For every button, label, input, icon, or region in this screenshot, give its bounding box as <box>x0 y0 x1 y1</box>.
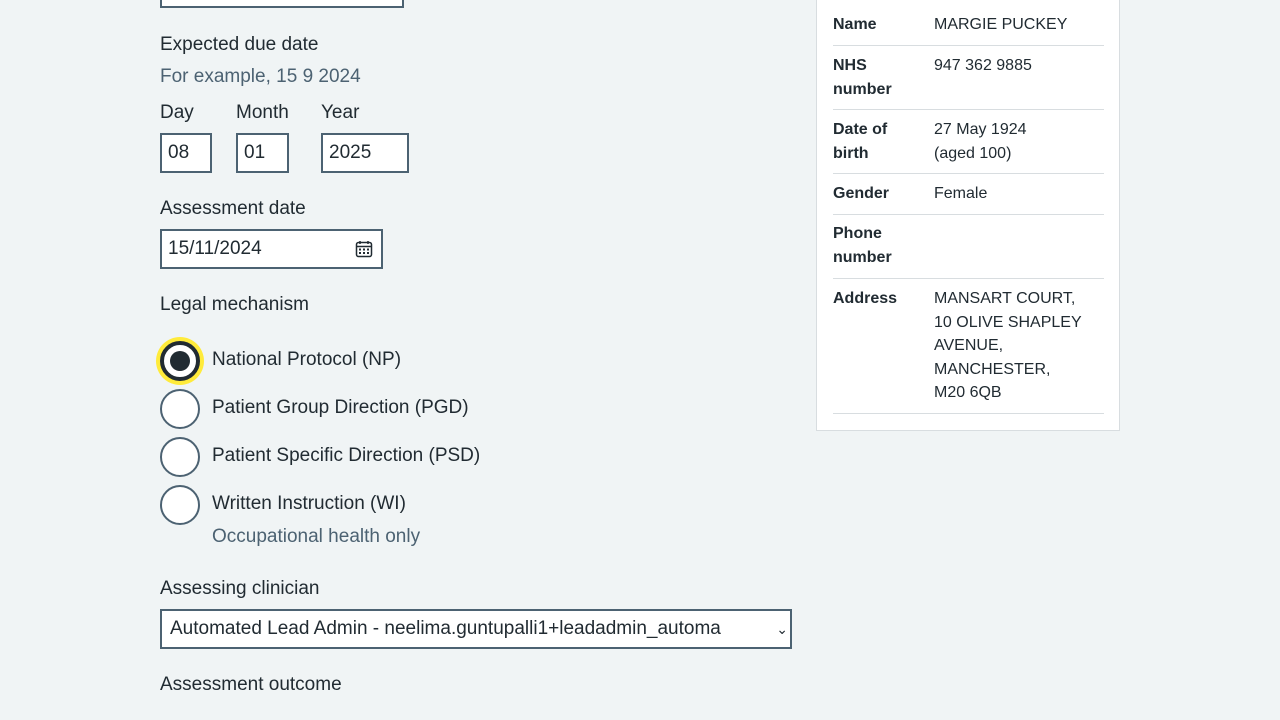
patient-row-dob: Date of birth 27 May 1924 (aged 100) <box>833 118 1104 174</box>
patient-nhs-value: 947 362 9885 <box>934 57 1032 74</box>
radio-pgd[interactable] <box>160 389 200 429</box>
day-label: Day <box>160 102 194 123</box>
assessing-clinician-label: Assessing clinician <box>160 578 320 599</box>
assessing-clinician-select[interactable]: Automated Lead Admin - neelima.guntupall… <box>160 609 792 649</box>
patient-name-value: MARGIE PUCKEY <box>934 16 1068 33</box>
patient-row-gender: Gender Female <box>833 182 1104 215</box>
radio-wi-hint: Occupational health only <box>212 526 421 547</box>
patient-dob-key: Date of birth <box>833 121 888 162</box>
assessing-clinician-selected: Automated Lead Admin - neelima.guntupall… <box>170 618 721 639</box>
patient-row-phone: Phone number <box>833 222 1104 279</box>
radio-psd[interactable] <box>160 437 200 477</box>
radio-np[interactable] <box>160 341 200 381</box>
radio-wi-label[interactable]: Written Instruction (WI) <box>212 493 406 515</box>
patient-row-nhs: NHS number 947 362 9885 <box>833 54 1104 110</box>
patient-details-card: Name MARGIE PUCKEY NHS number 947 362 98… <box>816 0 1120 431</box>
patient-dob-value: 27 May 1924 (aged 100) <box>934 121 1027 162</box>
radio-np-label[interactable]: National Protocol (NP) <box>212 349 401 371</box>
patient-row-address: Address MANSART COURT, 10 OLIVE SHAPLEY … <box>833 287 1104 414</box>
legal-mechanism-label: Legal mechanism <box>160 294 309 315</box>
calendar-icon[interactable] <box>355 240 373 258</box>
year-input[interactable]: 2025 <box>321 133 409 173</box>
assessment-date-value: 15/11/2024 <box>168 238 262 259</box>
patient-address-value: MANSART COURT, 10 OLIVE SHAPLEY AVENUE, … <box>934 290 1082 401</box>
assessment-outcome-label: Assessment outcome <box>160 674 342 695</box>
page: Expected due date For example, 15 9 2024… <box>0 0 1280 720</box>
patient-gender-value: Female <box>934 185 988 202</box>
patient-gender-key: Gender <box>833 185 890 202</box>
assessment-date-input[interactable]: 15/11/2024 <box>160 229 383 269</box>
due-date-hint: For example, 15 9 2024 <box>160 66 361 87</box>
assessment-date-label: Assessment date <box>160 198 306 219</box>
patient-row-name: Name MARGIE PUCKEY <box>833 13 1104 46</box>
patient-name-key: Name <box>833 16 877 33</box>
year-label: Year <box>321 102 360 123</box>
month-label: Month <box>236 102 289 123</box>
radio-pgd-label[interactable]: Patient Group Direction (PGD) <box>212 397 469 419</box>
chevron-down-icon: ⌄ <box>776 621 788 637</box>
patient-nhs-key: NHS number <box>833 57 892 98</box>
month-input[interactable]: 01 <box>236 133 289 173</box>
day-input[interactable]: 08 <box>160 133 212 173</box>
due-date-label: Expected due date <box>160 34 319 55</box>
patient-phone-key: Phone number <box>833 225 892 266</box>
patient-address-key: Address <box>833 290 898 307</box>
radio-wi[interactable] <box>160 485 200 525</box>
radio-psd-label[interactable]: Patient Specific Direction (PSD) <box>212 445 480 467</box>
previous-field-input[interactable] <box>160 0 404 8</box>
